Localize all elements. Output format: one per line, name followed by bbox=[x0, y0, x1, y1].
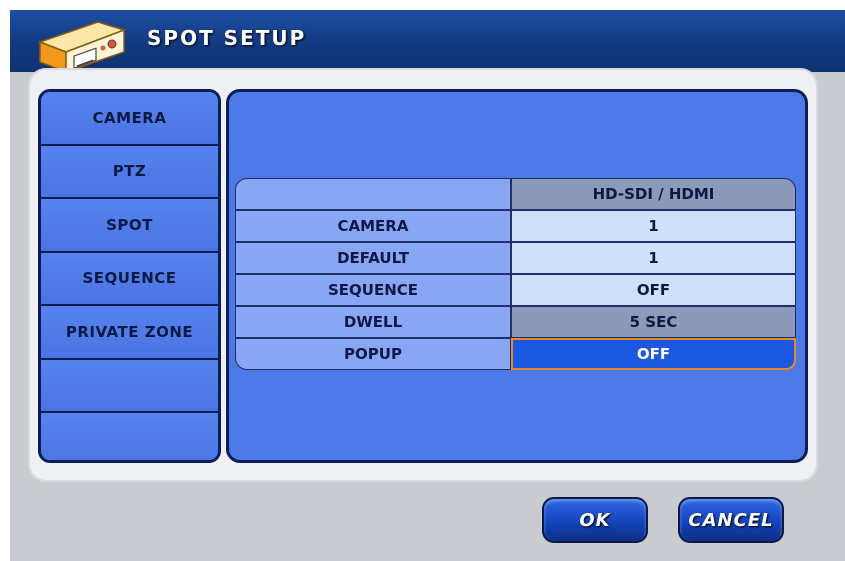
sidebar-item-empty bbox=[41, 413, 218, 460]
sidebar-item-label: SEQUENCE bbox=[82, 269, 177, 288]
sidebar-item-label: PRIVATE ZONE bbox=[65, 322, 194, 341]
sidebar-item-label: PTZ bbox=[112, 162, 147, 181]
dvr-device-icon bbox=[37, 21, 127, 74]
table-header-label bbox=[235, 178, 511, 210]
row-label-popup: POPUP bbox=[235, 338, 511, 370]
sidebar-item-label: SPOT bbox=[106, 215, 153, 234]
table-row: POPUP OFF bbox=[235, 338, 796, 370]
cancel-button[interactable]: CANCEL bbox=[678, 497, 784, 543]
table-row: DWELL 5 SEC bbox=[235, 306, 796, 338]
camera-value[interactable]: 1 bbox=[511, 210, 796, 242]
ok-button[interactable]: OK bbox=[542, 497, 648, 543]
sidebar-item-ptz[interactable]: PTZ bbox=[41, 145, 218, 199]
table-row: SEQUENCE OFF bbox=[235, 274, 796, 306]
sidebar-item-empty bbox=[41, 359, 218, 413]
row-label-dwell: DWELL bbox=[235, 306, 511, 338]
sidebar-menu: CAMERA PTZ SPOT SEQUENCE PRIVATE ZONE bbox=[38, 89, 221, 463]
sidebar-item-spot[interactable]: SPOT bbox=[41, 199, 218, 253]
table-row: DEFAULT 1 bbox=[235, 242, 796, 274]
sidebar-item-sequence[interactable]: SEQUENCE bbox=[41, 252, 218, 306]
row-label-default: DEFAULT bbox=[235, 242, 511, 274]
row-label-sequence: SEQUENCE bbox=[235, 274, 511, 306]
row-label-camera: CAMERA bbox=[235, 210, 511, 242]
sidebar-item-label: CAMERA bbox=[92, 108, 167, 127]
table-header-row: HD-SDI / HDMI bbox=[235, 178, 796, 210]
sequence-value[interactable]: OFF bbox=[511, 274, 796, 306]
sidebar-item-camera[interactable]: CAMERA bbox=[41, 92, 218, 146]
title-bar: SPOT SETUP bbox=[10, 10, 845, 72]
window-title: SPOT SETUP bbox=[147, 26, 307, 50]
default-value[interactable]: 1 bbox=[511, 242, 796, 274]
table-header-output: HD-SDI / HDMI bbox=[511, 178, 796, 210]
popup-value[interactable]: OFF bbox=[511, 338, 796, 370]
dwell-value[interactable]: 5 SEC bbox=[511, 306, 796, 338]
table-row: CAMERA 1 bbox=[235, 210, 796, 242]
sidebar-item-private-zone[interactable]: PRIVATE ZONE bbox=[41, 306, 218, 360]
spot-settings-table: HD-SDI / HDMI CAMERA 1 DEFAULT 1 SEQUENC… bbox=[235, 178, 796, 370]
